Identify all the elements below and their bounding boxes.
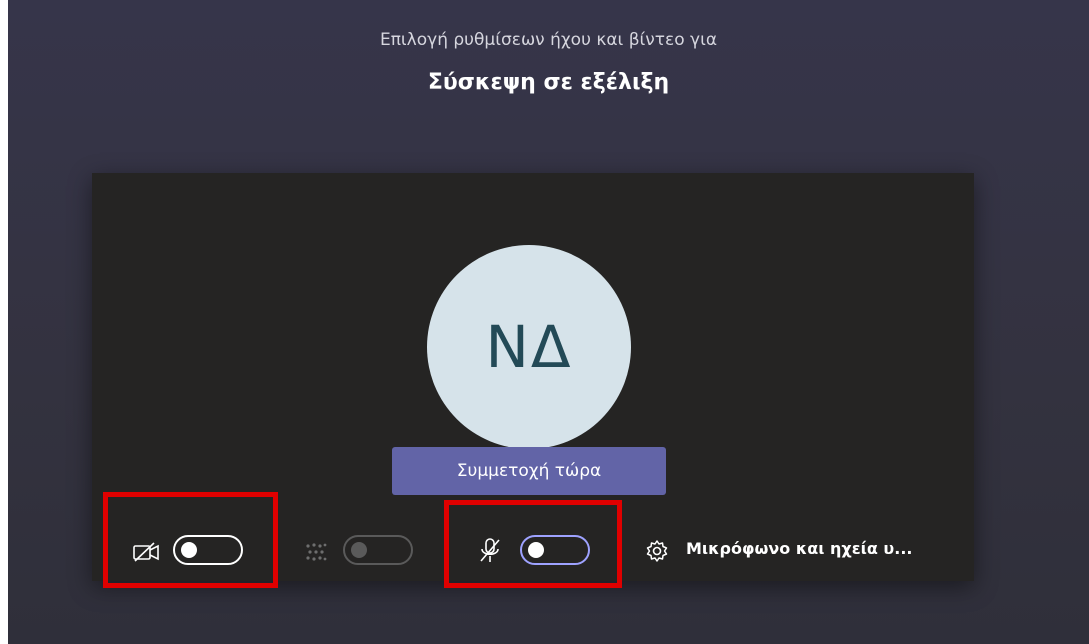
prejoin-subtitle: Επιλογή ρυθμίσεων ήχου και βίντεο για xyxy=(379,30,718,50)
microphone-highlight-box xyxy=(444,500,622,588)
prejoin-screen: Επιλογή ρυθμίσεων ήχου και βίντεο για Σύ… xyxy=(8,0,1089,644)
avatar: ΝΔ xyxy=(427,245,631,449)
background-blur-toggle[interactable] xyxy=(343,535,413,565)
toggle-knob xyxy=(351,542,367,558)
meeting-title: Σύσκεψη σε εξέλιξη xyxy=(427,70,670,95)
gear-icon[interactable] xyxy=(645,539,669,563)
join-now-button[interactable]: Συμμετοχή τώρα xyxy=(392,447,666,495)
background-blur-icon xyxy=(306,543,327,561)
device-settings-link[interactable]: Μικρόφωνο και ηχεία υ... xyxy=(686,539,912,558)
camera-highlight-box xyxy=(103,492,278,588)
